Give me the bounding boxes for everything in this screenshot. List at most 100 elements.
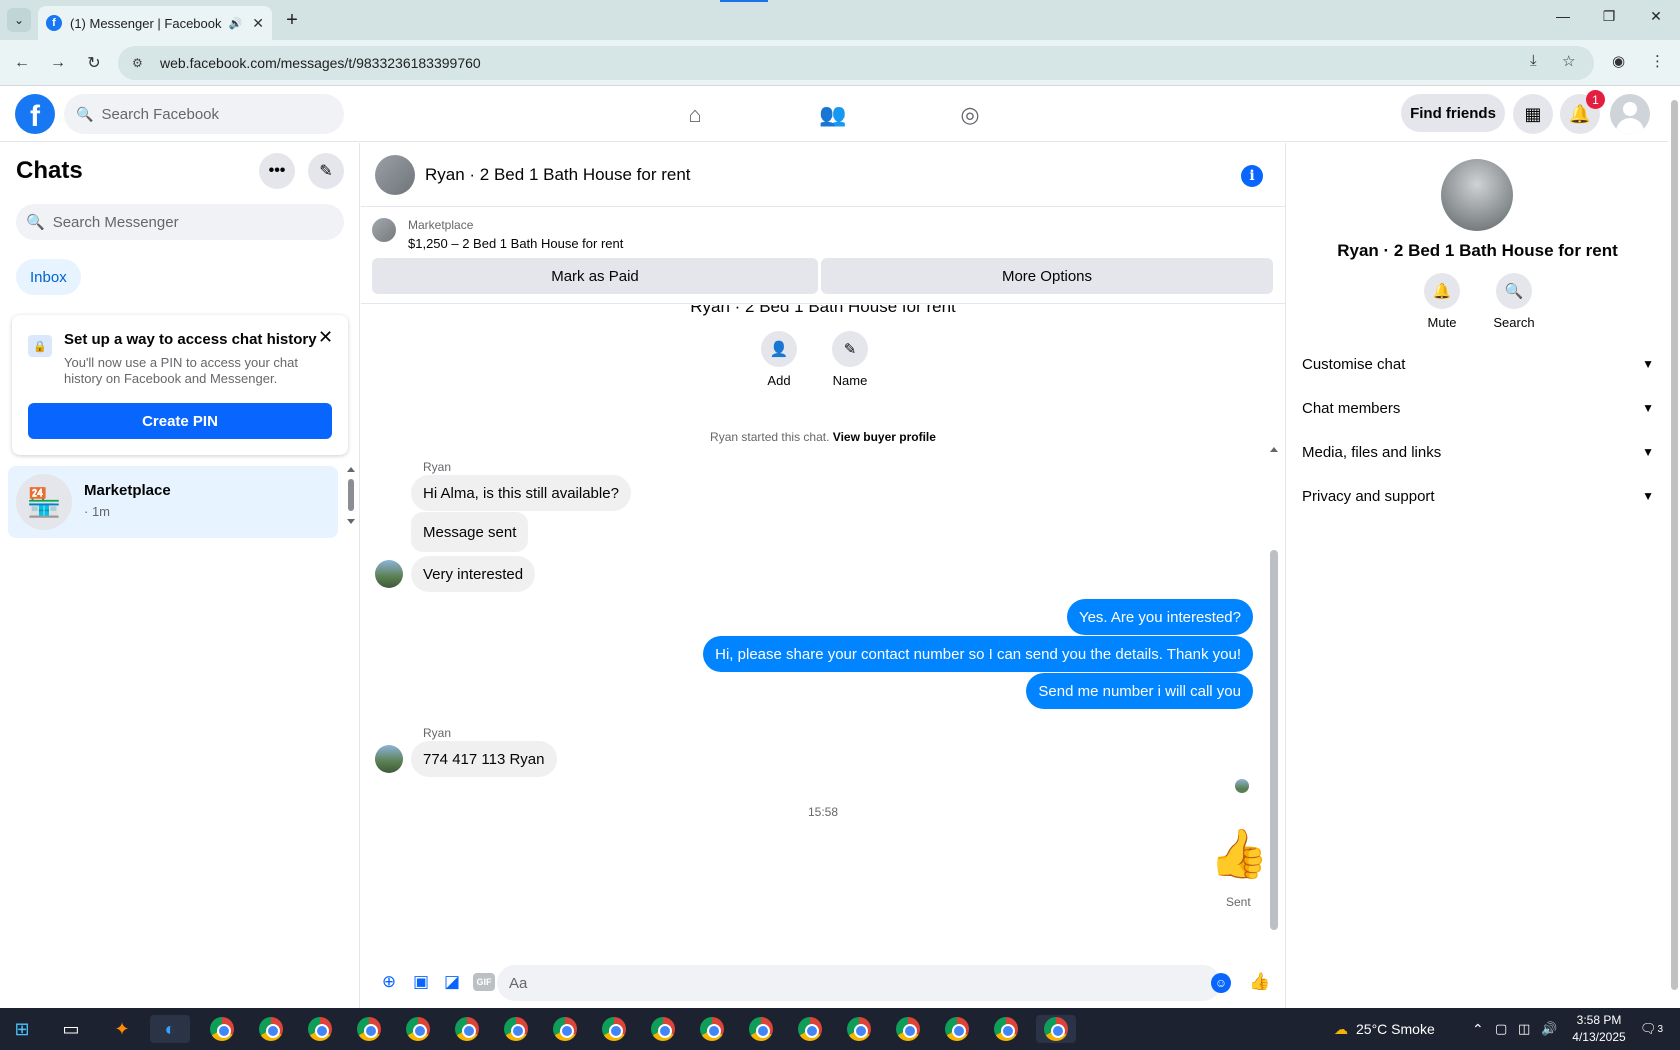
chrome-icon[interactable] (698, 1015, 726, 1043)
view-buyer-profile-link[interactable]: View buyer profile (833, 430, 936, 444)
install-app-icon[interactable]: ⤓ (1530, 52, 1537, 69)
search-conversation-action[interactable]: 🔍 Search (1479, 273, 1549, 330)
sticker-icon[interactable]: ◪ (441, 971, 463, 993)
find-friends-button[interactable]: Find friends (1401, 94, 1505, 132)
chrome-icon[interactable] (551, 1015, 579, 1043)
facebook-logo[interactable]: f (15, 94, 55, 134)
sender-avatar[interactable] (375, 560, 403, 588)
media-files-links-section[interactable]: Media, files and links ▼ (1302, 432, 1654, 472)
chat-members-section[interactable]: Chat members ▼ (1302, 388, 1654, 428)
network-icon[interactable]: ▢ (1495, 1008, 1507, 1050)
gif-icon[interactable]: GIF (473, 973, 495, 991)
inbox-tab[interactable]: Inbox (16, 259, 81, 295)
message-bubble-incoming[interactable]: Message sent (411, 512, 529, 552)
new-message-button[interactable]: ✎ (308, 153, 344, 189)
message-scrollbar[interactable] (1269, 445, 1279, 955)
close-icon[interactable]: ✕ (318, 327, 333, 348)
privacy-support-section[interactable]: Privacy and support ▼ (1302, 476, 1654, 516)
message-bubble-outgoing[interactable]: Yes. Are you interested? (1066, 599, 1253, 635)
more-options-button[interactable]: More Options (821, 258, 1273, 294)
message-bubble-outgoing[interactable]: Send me number i will call you (1026, 673, 1253, 709)
photo-icon[interactable]: ▣ (410, 971, 432, 993)
profile-icon[interactable]: ◉ (1612, 52, 1625, 70)
listing-title[interactable]: $1,250 – 2 Bed 1 Bath House for rent (408, 236, 623, 251)
groups-icon[interactable]: ◎ (955, 100, 985, 130)
chrome-icon[interactable] (453, 1015, 481, 1043)
chrome-icon[interactable] (306, 1015, 334, 1043)
mute-action[interactable]: 🔔 Mute (1407, 273, 1477, 330)
reload-button[interactable]: ↻ (82, 51, 106, 75)
minimize-button[interactable]: — (1548, 8, 1578, 24)
address-bar[interactable]: ⚙ web.facebook.com/messages/t/9833236183… (118, 46, 1594, 80)
start-windows-icon[interactable]: ⊞ (8, 1015, 36, 1043)
system-clock[interactable]: 3:58 PM 4/13/2025 (1566, 1012, 1632, 1046)
menu-dots-icon[interactable]: ⋮ (1650, 52, 1665, 70)
message-bubble-incoming[interactable]: Hi Alma, is this still available? (411, 475, 631, 511)
create-pin-button[interactable]: Create PIN (28, 403, 332, 439)
wifi-icon[interactable]: ◫ (1518, 1008, 1530, 1050)
message-bubble-outgoing[interactable]: Hi, please share your contact number so … (703, 636, 1253, 672)
chat-list-scrollbar[interactable] (346, 467, 356, 527)
search-icon: 🔍 (1496, 273, 1532, 309)
chrome-icon[interactable] (600, 1015, 628, 1043)
chrome-icon[interactable] (502, 1015, 530, 1043)
message-input[interactable]: Aa (497, 965, 1221, 1001)
facebook-search-input[interactable]: 🔍 Search Facebook (64, 94, 344, 134)
site-info-icon[interactable]: ⚙ (132, 56, 148, 70)
back-button[interactable]: ← (10, 51, 34, 75)
new-tab-button[interactable]: + (280, 8, 304, 32)
account-avatar[interactable] (1610, 94, 1650, 134)
contact-avatar[interactable] (375, 155, 415, 195)
restore-button[interactable]: ❐ (1594, 8, 1624, 25)
chrome-icon[interactable] (649, 1015, 677, 1043)
like-send-icon[interactable]: 👍 (1249, 971, 1271, 993)
tab-list-button[interactable]: ⌄ (7, 8, 31, 32)
mark-as-paid-button[interactable]: Mark as Paid (372, 258, 818, 294)
add-people-action[interactable]: 👤 Add (749, 331, 809, 388)
forward-button[interactable]: → (46, 51, 70, 75)
chrome-icon[interactable] (796, 1015, 824, 1043)
friends-icon[interactable]: 👥 (818, 100, 848, 130)
chrome-icon[interactable] (992, 1015, 1020, 1043)
notification-center-icon[interactable]: 🗨 3 (1640, 1008, 1663, 1050)
chats-options-button[interactable]: ••• (259, 153, 295, 189)
copilot-icon[interactable]: ✦ (108, 1015, 136, 1043)
sender-avatar[interactable] (375, 745, 403, 773)
customise-chat-section[interactable]: Customise chat ▼ (1302, 344, 1654, 384)
message-bubble-incoming[interactable]: 774 417 113 Ryan (411, 741, 557, 777)
listing-thumbnail[interactable] (372, 218, 396, 242)
emoji-icon[interactable]: ☺ (1211, 973, 1231, 993)
page-scrollbar[interactable] (1668, 86, 1680, 1008)
weather-widget[interactable]: ☁ 25°C Smoke (1334, 1008, 1435, 1050)
menu-grid-icon[interactable]: ▦ (1513, 94, 1553, 134)
name-chat-action[interactable]: ✎ Name (820, 331, 880, 388)
speaker-icon[interactable]: 🔊 (229, 17, 243, 30)
info-icon[interactable]: i (1241, 165, 1263, 187)
conversation-list-item[interactable]: 🏪 Marketplace · 1m (8, 466, 338, 538)
close-tab-icon[interactable]: ✕ (252, 15, 264, 32)
task-view-icon[interactable]: ▭ (57, 1015, 85, 1043)
contact-profile-avatar[interactable] (1441, 159, 1513, 231)
chrome-icon[interactable] (208, 1015, 236, 1043)
browser-tab[interactable]: f (1) Messenger | Facebook 🔊 ✕ (38, 6, 272, 40)
volume-icon[interactable]: 🔊 (1541, 1008, 1557, 1050)
notification-center-count: 3 (1657, 1023, 1664, 1035)
message-bubble-incoming[interactable]: Very interested (411, 556, 536, 592)
tray-chevron-icon[interactable]: ⌃ (1472, 1008, 1484, 1050)
chrome-icon[interactable] (257, 1015, 285, 1043)
chrome-icon[interactable] (355, 1015, 383, 1043)
home-icon[interactable]: ⌂ (680, 100, 710, 130)
messenger-search-input[interactable]: 🔍 Search Messenger (16, 204, 344, 240)
close-window-button[interactable]: ✕ (1641, 8, 1671, 25)
chrome-icon[interactable] (404, 1015, 432, 1043)
thumbs-up-icon[interactable]: 👍 (1209, 825, 1269, 882)
chrome-icon-active[interactable] (1036, 1015, 1076, 1043)
chrome-icon[interactable] (943, 1015, 971, 1043)
edge-icon[interactable]: ◐ (150, 1015, 190, 1043)
chrome-icon[interactable] (747, 1015, 775, 1043)
chrome-icon[interactable] (845, 1015, 873, 1043)
bookmark-star-icon[interactable]: ☆ (1562, 52, 1575, 70)
plus-circle-icon[interactable]: ⊕ (378, 971, 400, 993)
conversation-title[interactable]: Ryan · 2 Bed 1 Bath House for rent (425, 165, 691, 185)
chrome-icon[interactable] (894, 1015, 922, 1043)
